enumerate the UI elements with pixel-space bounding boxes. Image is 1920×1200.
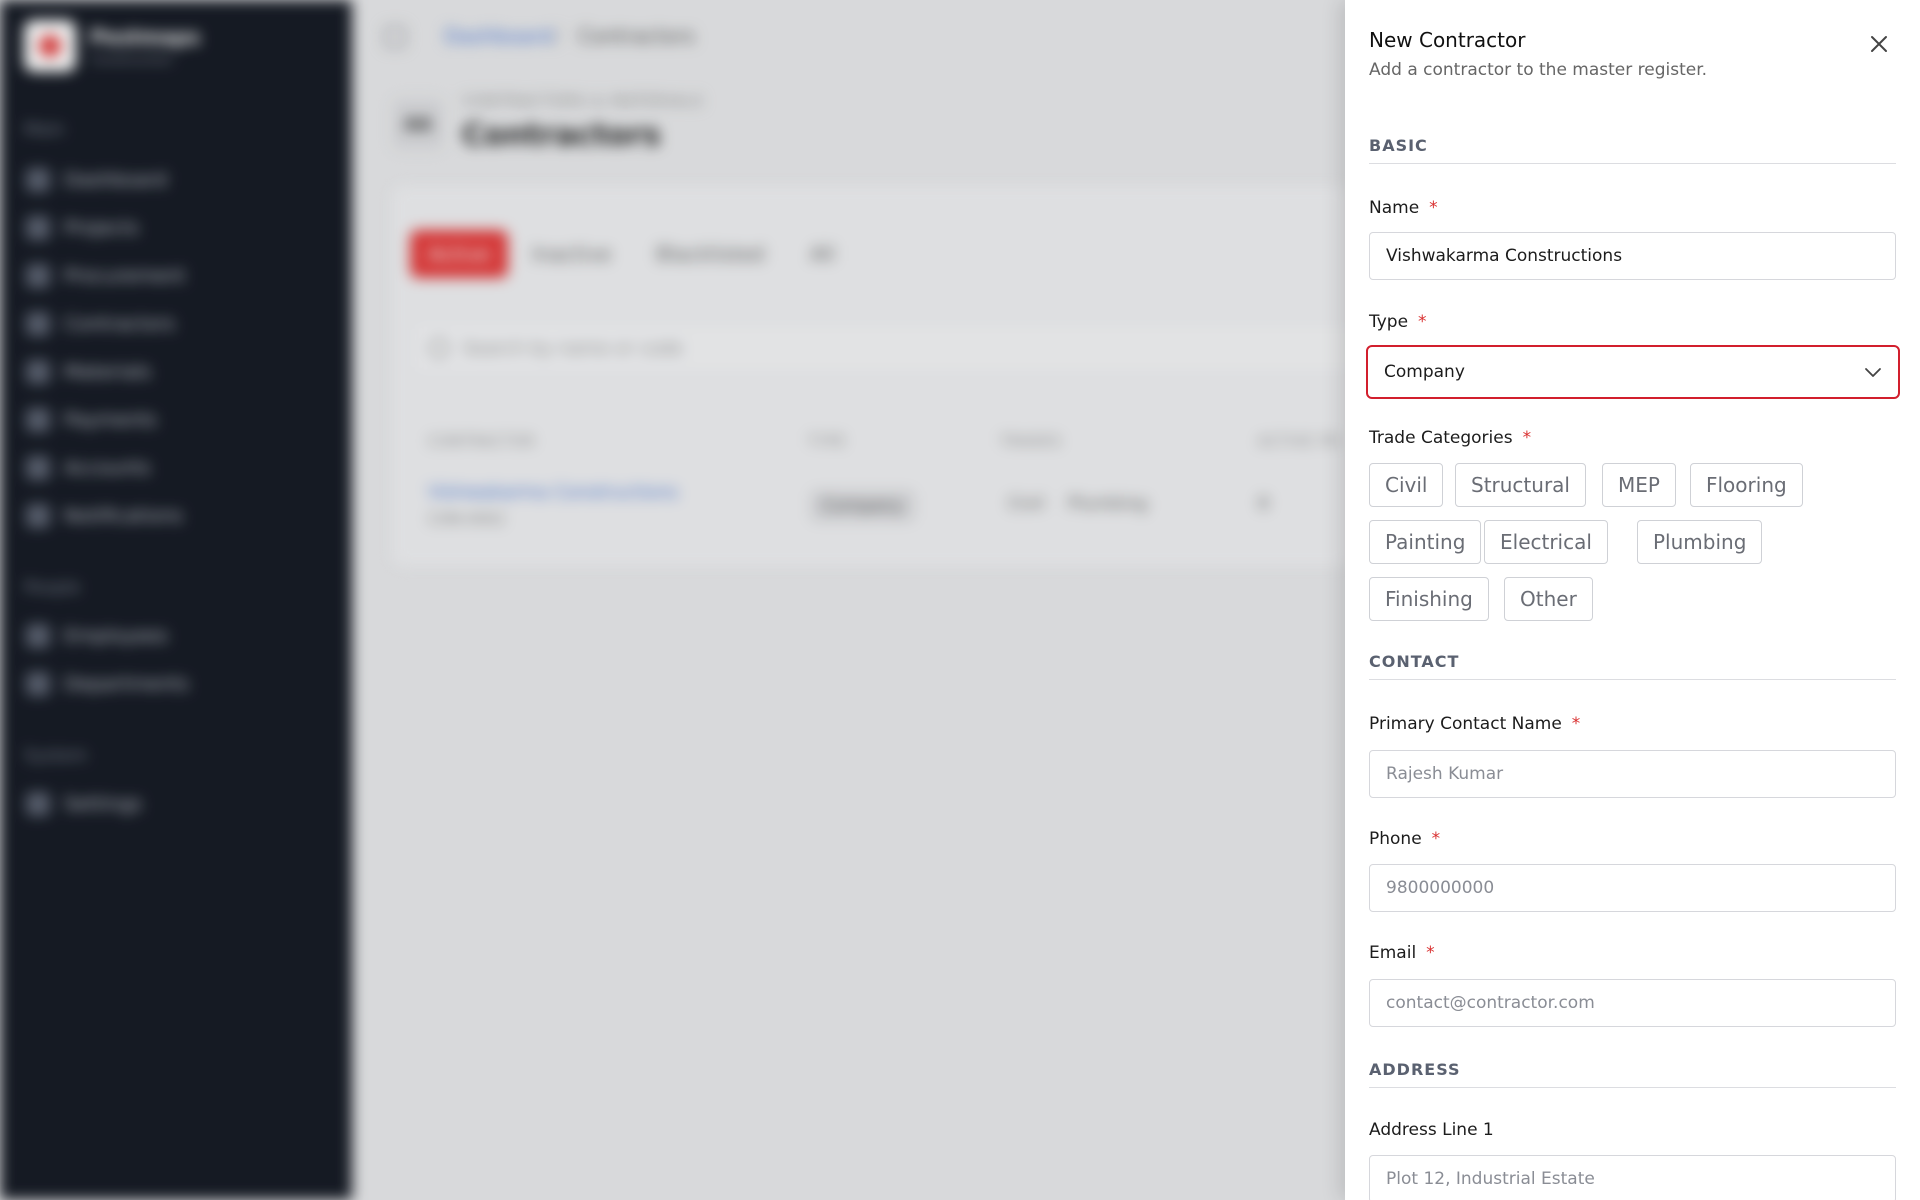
email-input[interactable] — [1369, 979, 1896, 1027]
trade-option-flooring[interactable]: Flooring — [1690, 463, 1803, 507]
required-mark: * — [1418, 312, 1427, 332]
required-mark: * — [1429, 198, 1438, 218]
required-mark: * — [1426, 943, 1435, 963]
email-label: Email * — [1369, 943, 1435, 963]
required-mark: * — [1431, 829, 1441, 849]
name-label: Name * — [1369, 198, 1438, 218]
modal-backdrop[interactable] — [0, 0, 1345, 1200]
type-select-value: Company — [1384, 362, 1465, 382]
address-line1-input[interactable] — [1369, 1155, 1896, 1200]
section-address: ADDRESS — [1369, 1060, 1896, 1088]
type-label: Type * — [1369, 312, 1427, 332]
section-basic: BASIC — [1369, 136, 1896, 164]
drawer-subtitle: Add a contractor to the master register. — [1369, 60, 1708, 80]
drawer-title: New Contractor — [1369, 28, 1526, 52]
phone-input[interactable] — [1369, 864, 1896, 912]
phone-label: Phone * — [1369, 829, 1441, 849]
type-select[interactable]: Company — [1366, 345, 1900, 399]
trade-option-civil[interactable]: Civil — [1369, 463, 1444, 507]
trade-option-structural[interactable]: Structural — [1455, 463, 1586, 507]
trade-option-plumbing[interactable]: Plumbing — [1637, 520, 1763, 564]
close-button[interactable] — [1863, 28, 1895, 60]
chevron-down-icon — [1865, 368, 1881, 377]
trade-option-painting[interactable]: Painting — [1369, 520, 1482, 564]
trade-option-mep[interactable]: MEP — [1602, 463, 1676, 507]
required-mark: * — [1571, 714, 1581, 734]
required-mark: * — [1522, 428, 1532, 448]
trade-option-other[interactable]: Other — [1504, 577, 1593, 621]
trade-option-finishing[interactable]: Finishing — [1369, 577, 1489, 621]
close-icon — [1871, 36, 1887, 52]
primary-contact-label: Primary Contact Name * — [1369, 714, 1581, 734]
new-contractor-drawer: New Contractor Add a contractor to the m… — [1345, 0, 1920, 1200]
section-contact: CONTACT — [1369, 652, 1896, 680]
trade-categories-label: Trade Categories * — [1369, 428, 1532, 448]
name-input[interactable] — [1369, 232, 1896, 280]
address-line1-label: Address Line 1 — [1369, 1120, 1494, 1140]
trade-option-electrical[interactable]: Electrical — [1484, 520, 1608, 564]
primary-contact-input[interactable] — [1369, 750, 1896, 798]
